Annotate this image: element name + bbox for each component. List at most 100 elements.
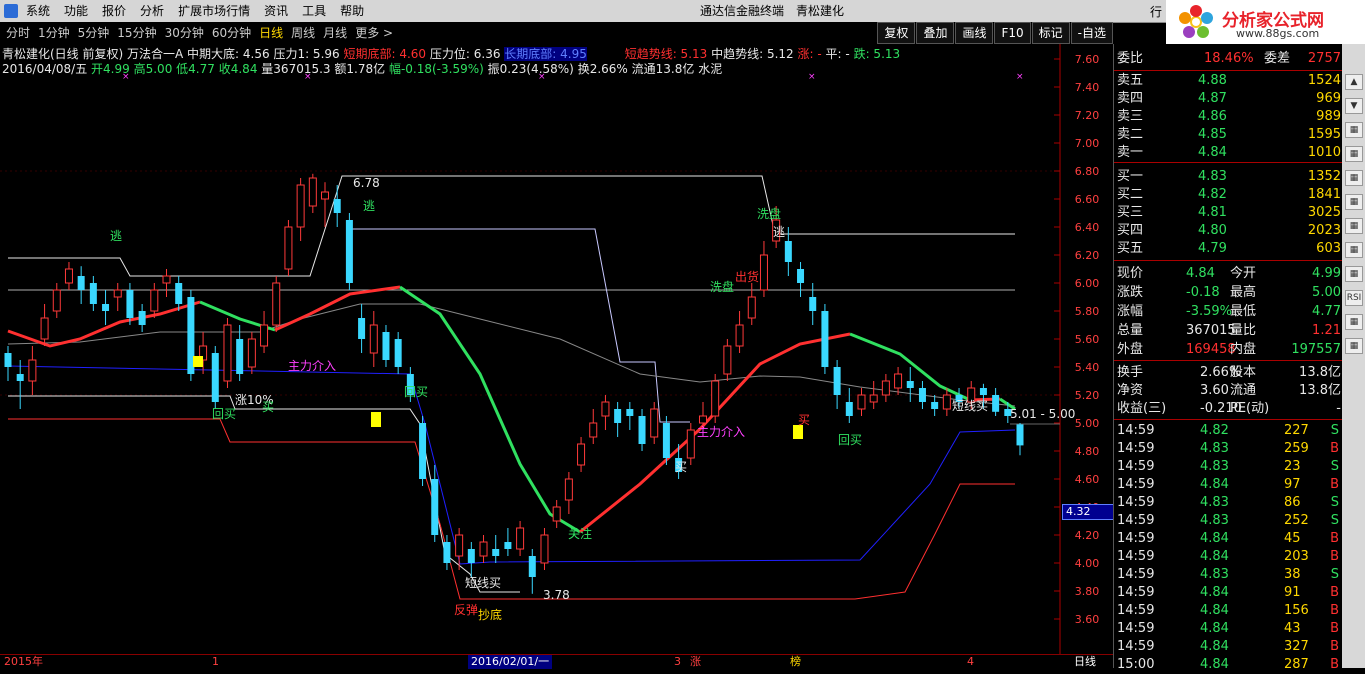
chart-tool-button[interactable]: 复权: [877, 22, 916, 44]
bar-amount: 额1.78亿: [334, 62, 386, 76]
price-tick-label: 7.00: [1075, 137, 1100, 150]
rank-label[interactable]: 涨: [690, 655, 701, 669]
label: PE(动): [1230, 401, 1270, 416]
period-tab[interactable]: 5分钟: [74, 22, 114, 44]
sell-row: 卖一 4.84 1010: [1114, 144, 1343, 162]
period-tab[interactable]: 周线: [287, 22, 319, 44]
chart-tool-button[interactable]: F10: [994, 22, 1031, 44]
candle: [345, 213, 353, 290]
rank-label[interactable]: 榜: [790, 655, 801, 669]
label: 最高: [1230, 285, 1257, 300]
chart-tool-button[interactable]: 叠加: [916, 22, 955, 44]
label: 换手: [1117, 365, 1144, 380]
menu-item[interactable]: 工具: [295, 0, 333, 22]
label: 买三: [1117, 205, 1144, 220]
tick-row: 14:59 4.83 252 S: [1114, 512, 1343, 530]
bar-date: 2016/04/08/五: [2, 62, 88, 76]
period-tab[interactable]: 15分钟: [113, 22, 160, 44]
chart-tool-button[interactable]: 标记: [1031, 22, 1070, 44]
period-tab[interactable]: 分时: [2, 22, 34, 44]
candles-icon[interactable]: ▦: [1345, 194, 1363, 210]
tick-price: 4.83: [1200, 441, 1229, 456]
menu-item[interactable]: 分析: [133, 0, 171, 22]
bar-volume: 量367015.3: [261, 62, 331, 76]
chart-annotation: 逃: [110, 229, 122, 243]
period-tab[interactable]: 1分钟: [34, 22, 74, 44]
time-axis: 2015年 1 2016/02/01/一 3 4 涨 榜 日线: [0, 654, 1113, 669]
window-controls: 行: [1148, 0, 1166, 22]
table-icon[interactable]: ▦: [1345, 218, 1363, 234]
period-tab[interactable]: 60分钟: [208, 22, 255, 44]
line-chart-icon[interactable]: ▦: [1345, 170, 1363, 186]
period-tab[interactable]: 30分钟: [161, 22, 208, 44]
time-cursor-label: 2016/02/01/一: [468, 655, 553, 669]
tick-time: 14:59: [1117, 477, 1155, 492]
price-tick-label: 6.80: [1075, 165, 1100, 178]
tick-time: 14:59: [1117, 495, 1155, 510]
tick-time: 14:59: [1117, 639, 1155, 654]
marker-x: ×: [1016, 72, 1024, 82]
menu-item[interactable]: 报价: [95, 0, 133, 22]
chart-annotation: 回买: [404, 385, 428, 399]
brand-logo: 分析家公式网 www.88gs.com: [1166, 0, 1365, 44]
tick-price: 4.83: [1200, 513, 1229, 528]
tick-price: 4.84: [1200, 477, 1229, 492]
volume: 1352: [1307, 169, 1341, 184]
short-bottom: 短期底部: 4.60: [343, 47, 427, 61]
chart-annotation: 回买: [212, 407, 236, 421]
bar-chart-icon[interactable]: ▦: [1345, 146, 1363, 162]
short-trend: 短趋势线: 5.13: [624, 47, 708, 61]
grid-icon[interactable]: ▦: [1345, 266, 1363, 282]
buy-row: 买五 4.79 603: [1114, 240, 1343, 258]
period-tab[interactable]: 更多 >: [351, 22, 397, 44]
label: 卖二: [1117, 127, 1144, 142]
menu-item[interactable]: 帮助: [333, 0, 371, 22]
settings-icon[interactable]: ▦: [1345, 314, 1363, 330]
chart-annotation: 买: [798, 413, 810, 427]
mid-bottom: 中期大底: 4.56: [187, 47, 270, 61]
chart-tool-button[interactable]: -自选: [1070, 22, 1113, 44]
grid-icon[interactable]: ▦: [1345, 122, 1363, 138]
down-arrow-icon[interactable]: ▼: [1345, 98, 1363, 114]
stat-row: 现价 4.84 今开 4.99: [1114, 265, 1343, 283]
price-tick-label: 4.20: [1075, 529, 1100, 542]
bar-float: 流通13.8亿: [631, 62, 695, 76]
menu-item[interactable]: 资讯: [257, 0, 295, 22]
chart-annotation: 3.78: [543, 588, 570, 602]
kline-chart[interactable]: × × × × × 逃6.78逃主力介入回买涨10%买回买短线买反弹 抄底3.78关注主力…: [0, 44, 1113, 668]
menu-item[interactable]: 扩展市场行情: [171, 0, 257, 22]
candle: [272, 276, 281, 332]
label: 卖一: [1117, 145, 1144, 160]
price: 4.87: [1198, 91, 1227, 106]
pressure-level: 压力位: 6.36: [429, 47, 501, 61]
RSI-icon[interactable]: RSI: [1345, 290, 1363, 306]
period-tab[interactable]: 日线: [255, 22, 287, 44]
stack-icon[interactable]: ▦: [1345, 338, 1363, 354]
tick-row: 14:59 4.82 227 S: [1114, 422, 1343, 440]
zhang-value: 涨: -: [797, 47, 822, 61]
menu-item[interactable]: 功能: [57, 0, 95, 22]
tick-row: 14:59 4.84 91 B: [1114, 584, 1343, 602]
period-tab[interactable]: 月线: [319, 22, 351, 44]
tick-price: 4.83: [1200, 459, 1229, 474]
volume: 2023: [1307, 223, 1341, 238]
price-tick-label: 4.60: [1075, 473, 1100, 486]
tick-row: 14:59 4.84 156 B: [1114, 602, 1343, 620]
chart-annotation: 反弹: [454, 603, 478, 617]
menu-item[interactable]: 系统: [0, 0, 57, 22]
tick-time: 14:59: [1117, 621, 1155, 636]
label: 委比: [1117, 51, 1144, 66]
stat-row: 涨跌 -0.18 最高 5.00: [1114, 284, 1343, 302]
bar-amplitude: 振0.23(4.58%): [487, 62, 574, 76]
period-label[interactable]: 日线: [1074, 655, 1096, 669]
window-menu-icon[interactable]: 行: [1150, 3, 1162, 20]
up-arrow-icon[interactable]: ▲: [1345, 74, 1363, 90]
list-icon[interactable]: ▦: [1345, 242, 1363, 258]
chart-annotation: 买: [675, 460, 687, 474]
price-tick-label: 5.20: [1075, 389, 1100, 402]
chart-annotation: 逃: [363, 199, 375, 213]
chart-tool-button[interactable]: 画线: [955, 22, 994, 44]
tick-side: B: [1330, 621, 1339, 636]
tick-price: 4.84: [1200, 657, 1229, 672]
value: 197557: [1291, 342, 1341, 357]
